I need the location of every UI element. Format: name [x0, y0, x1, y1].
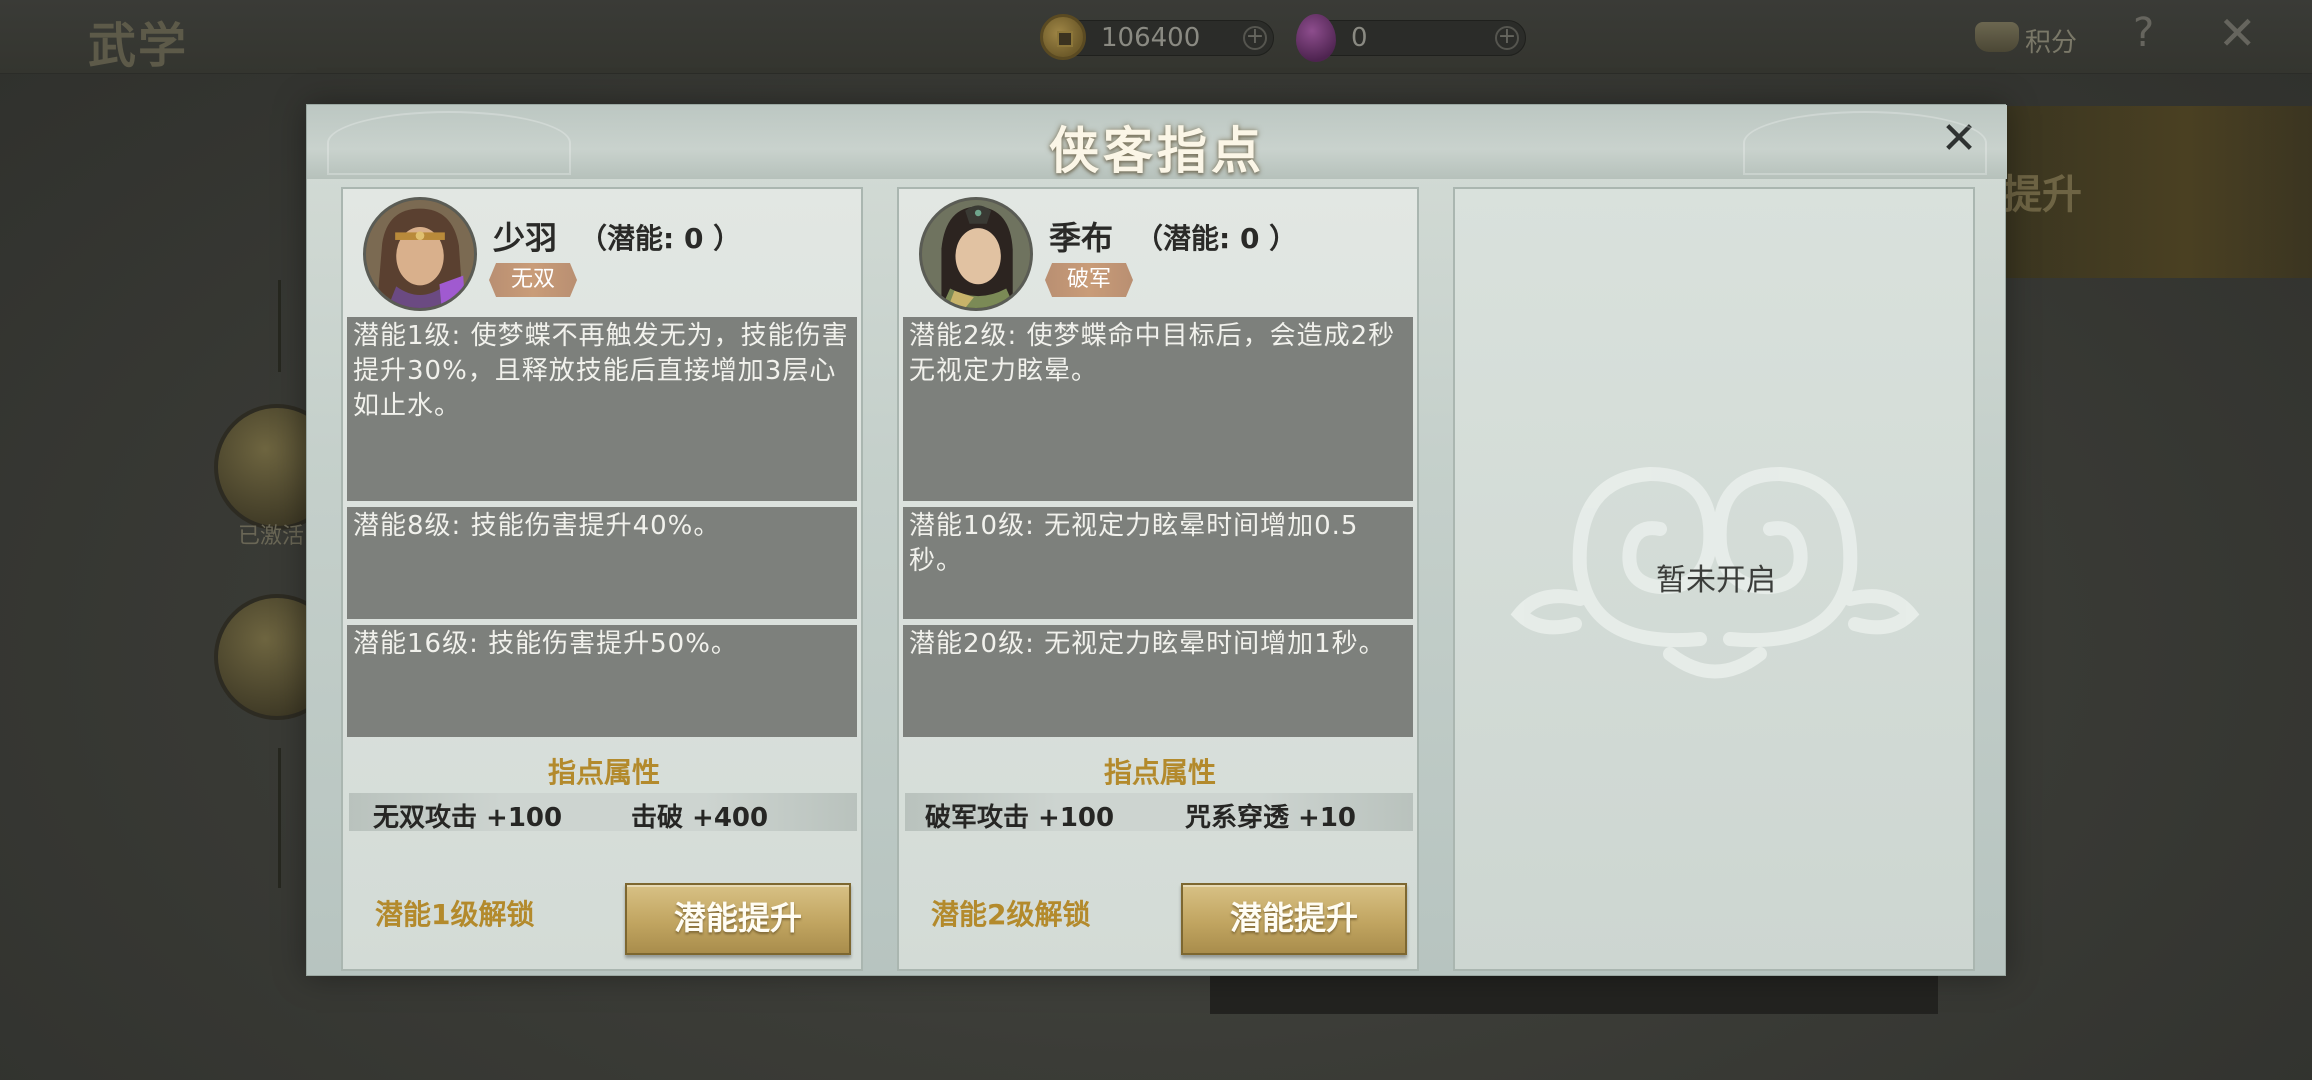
- potential-desc-1: 潜能1级: 使梦蝶不再触发无为，技能伤害提升30%，且释放技能后直接增加3层心如…: [347, 317, 857, 501]
- coin-icon: [1040, 14, 1086, 60]
- background-banner-text: 提升: [2002, 172, 2082, 218]
- potential-desc-2: 潜能8级: 技能伤害提升40%。: [347, 507, 857, 619]
- attribute-row: 无双攻击 +100 击破 +400: [349, 793, 857, 833]
- help-icon[interactable]: ?: [2133, 10, 2154, 56]
- potential-upgrade-button[interactable]: 潜能提升: [1181, 883, 1407, 955]
- score-label: 积分: [2025, 28, 2078, 58]
- page-title: 武学: [88, 18, 189, 74]
- hero-portrait: [363, 197, 477, 311]
- potential-upgrade-button[interactable]: 潜能提升: [625, 883, 851, 955]
- add-gem-button[interactable]: +: [1495, 26, 1519, 50]
- background-divider: [278, 280, 281, 372]
- locked-hero-slot: 暂未开启: [1453, 187, 1975, 971]
- close-icon[interactable]: ✕: [1935, 117, 1983, 165]
- hero-card-jibu: 季布 （潜能: 0 ） 破军 潜能2级: 使梦蝶命中目标后，会造成2秒无视定力眩…: [897, 187, 1419, 971]
- hero-portrait-art: [366, 200, 474, 308]
- attribute-title: 指点属性: [1103, 756, 1216, 789]
- attribute-1: 破军攻击 +100: [925, 803, 1115, 833]
- coin-amount: 106400: [1101, 23, 1201, 53]
- background-divider-2: [278, 748, 281, 888]
- potential-desc-2: 潜能10级: 无视定力眩晕时间增加0.5秒。: [903, 507, 1413, 619]
- attribute-2: 咒系穿透 +10: [1185, 803, 1357, 833]
- score-icon: [1975, 22, 2019, 52]
- attribute-2: 击破 +400: [631, 803, 769, 833]
- background-upgrade-banner: 提升: [2000, 106, 2312, 278]
- unlock-requirement: 潜能1级解锁: [375, 898, 535, 931]
- score-button[interactable]: 积分: [1975, 18, 2095, 58]
- hero-class-tag: 无双: [489, 263, 577, 297]
- attribute-title: 指点属性: [547, 756, 660, 789]
- mentor-modal: 侠客指点 ✕ 少羽 （潜能: 0 ） 无双 潜能1级: 使梦蝶不再触发无为，技能…: [306, 104, 2007, 976]
- hero-portrait-art: [922, 200, 1030, 308]
- gem-amount: 0: [1351, 23, 1368, 53]
- hero-potential: （潜能: 0 ）: [579, 222, 742, 255]
- potential-desc-3: 潜能20级: 无视定力眩晕时间增加1秒。: [903, 625, 1413, 737]
- add-coin-button[interactable]: +: [1243, 26, 1267, 50]
- hero-portrait: [919, 197, 1033, 311]
- background-activated-label: 已激活: [238, 524, 305, 549]
- hero-name: 少羽: [493, 219, 558, 257]
- background-bottom-bar: [1210, 976, 1938, 1014]
- hero-card-shaoyu: 少羽 （潜能: 0 ） 无双 潜能1级: 使梦蝶不再触发无为，技能伤害提升30%…: [341, 187, 863, 971]
- hero-name: 季布: [1049, 219, 1114, 257]
- modal-title: 侠客指点: [1049, 121, 1265, 180]
- modal-header: 侠客指点 ✕: [307, 105, 2007, 180]
- close-page-icon[interactable]: ✕: [2218, 6, 2257, 60]
- hero-class-tag: 破军: [1045, 263, 1133, 297]
- gem-icon: [1296, 14, 1336, 62]
- unlock-requirement: 潜能2级解锁: [931, 898, 1091, 931]
- potential-desc-1: 潜能2级: 使梦蝶命中目标后，会造成2秒无视定力眩晕。: [903, 317, 1413, 501]
- top-bar: 武学 106400 + 0 + 积分 ? ✕: [0, 0, 2312, 74]
- locked-label: 暂未开启: [1656, 563, 1776, 598]
- attribute-row: 破军攻击 +100 咒系穿透 +10: [905, 793, 1413, 833]
- attribute-1: 无双攻击 +100: [373, 803, 563, 833]
- potential-desc-3: 潜能16级: 技能伤害提升50%。: [347, 625, 857, 737]
- hero-potential: （潜能: 0 ）: [1135, 222, 1298, 255]
